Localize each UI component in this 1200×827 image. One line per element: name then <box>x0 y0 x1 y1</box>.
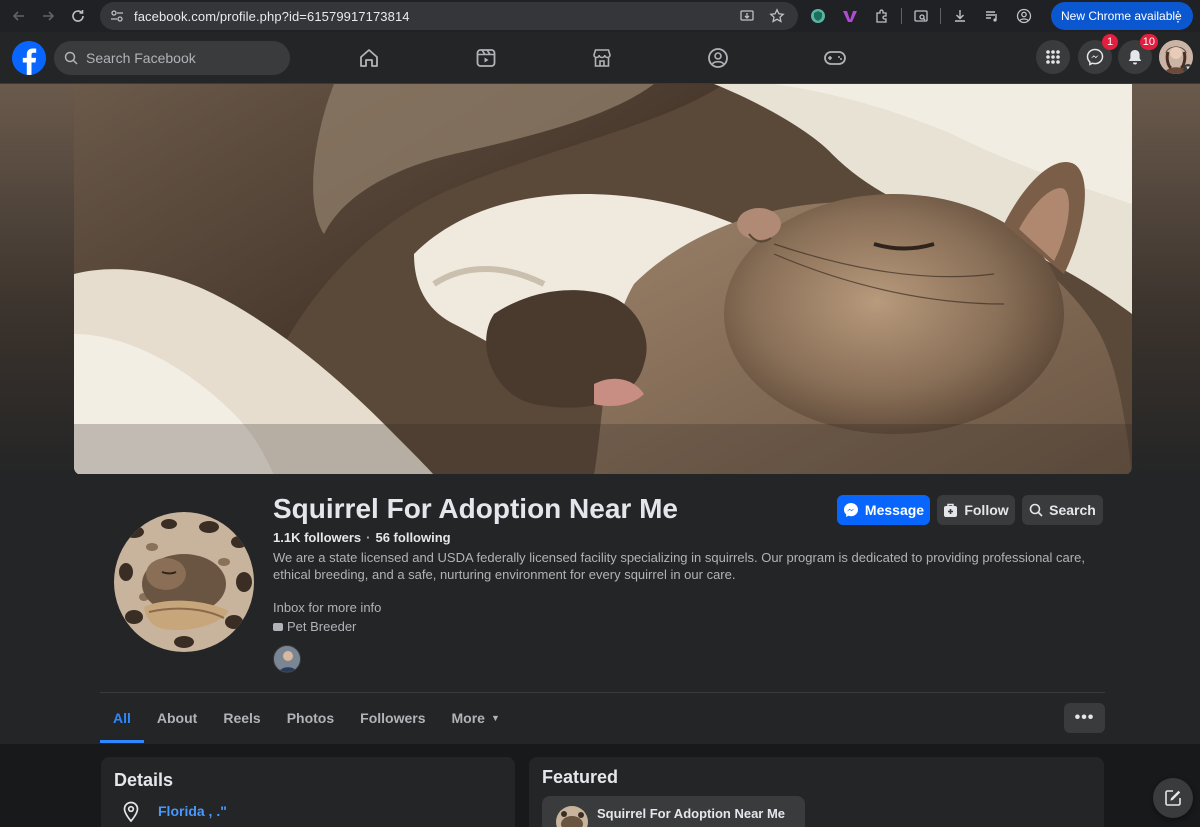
search-label: Search <box>1049 502 1096 518</box>
search-icon <box>1029 503 1043 517</box>
search-input[interactable] <box>86 50 276 66</box>
tab-about[interactable]: About <box>144 693 210 743</box>
grid-menu-icon <box>1046 50 1060 64</box>
location-pin-icon <box>123 801 139 823</box>
search-icon <box>64 50 80 66</box>
profile-tabs: All About Reels Photos Followers More ▼ <box>100 693 513 743</box>
details-title: Details <box>114 770 174 790</box>
notifications-badge: 10 <box>1139 34 1158 50</box>
browser-toolbar: facebook.com/profile.php?id=615799171738… <box>0 0 1200 32</box>
video-icon <box>476 49 496 67</box>
tab-all-label: All <box>113 710 131 726</box>
page-bio: We are a state licensed and USDA federal… <box>273 550 1085 582</box>
media-queue-icon[interactable] <box>979 3 1005 29</box>
url-text[interactable]: facebook.com/profile.php?id=615799171738… <box>134 9 410 24</box>
cover-photo[interactable] <box>74 84 1132 475</box>
facebook-top-nav: 1 10 ▾ <box>0 32 1200 84</box>
messenger-icon <box>843 503 858 517</box>
new-message-button[interactable] <box>1153 778 1193 818</box>
category-label: Pet Breeder <box>287 619 357 634</box>
nav-groups[interactable] <box>688 32 748 84</box>
toolbar-divider <box>940 8 941 24</box>
page-title: Squirrel For Adoption Near Me <box>273 493 678 524</box>
tab-photos[interactable]: Photos <box>274 693 347 743</box>
back-arrow-icon[interactable] <box>4 1 34 31</box>
profile-icon[interactable] <box>1011 3 1037 29</box>
forward-arrow-icon[interactable] <box>33 1 63 31</box>
extension-w-icon[interactable] <box>837 3 863 29</box>
groups-icon <box>708 48 728 68</box>
extensions-puzzle-icon[interactable] <box>869 3 895 29</box>
featured-title: Featured <box>542 767 619 787</box>
bookmark-star-icon[interactable] <box>766 5 788 27</box>
tab-photos-label: Photos <box>286 710 335 726</box>
home-icon <box>360 49 378 67</box>
tab-reels[interactable]: Reels <box>210 693 273 743</box>
ellipsis-icon: ••• <box>1074 709 1095 726</box>
location-link[interactable]: Florida , ." <box>158 803 227 819</box>
tab-more-label: More <box>451 710 485 726</box>
follow-button[interactable]: Follow <box>937 495 1015 525</box>
profile-picture[interactable] <box>110 508 258 656</box>
download-icon[interactable] <box>947 3 973 29</box>
menu-grid-button[interactable] <box>1036 40 1070 74</box>
account-avatar[interactable]: ▾ <box>1159 40 1193 74</box>
chevron-down-icon[interactable]: ▾ <box>1183 64 1193 74</box>
message-label: Message <box>864 502 925 518</box>
nav-marketplace[interactable] <box>572 32 632 84</box>
page-category: Pet Breeder <box>273 619 356 634</box>
marketplace-icon <box>593 49 611 67</box>
follow-label: Follow <box>964 502 1009 518</box>
more-options-button[interactable]: ••• <box>1064 703 1105 733</box>
bell-icon <box>1128 50 1142 65</box>
reload-icon[interactable] <box>63 1 93 31</box>
new-chrome-label: New Chrome available <box>1061 9 1182 23</box>
followers-count[interactable]: 1.1K followers <box>273 530 361 545</box>
tab-followers[interactable]: Followers <box>347 693 438 743</box>
facebook-logo-icon[interactable] <box>12 41 46 75</box>
messenger-icon <box>1086 48 1104 66</box>
dot-separator: · <box>366 530 371 545</box>
notifications-button[interactable]: 10 <box>1118 34 1158 74</box>
site-settings-icon[interactable] <box>108 7 126 25</box>
tab-search-icon[interactable] <box>908 3 934 29</box>
follow-stats: 1.1K followers · 56 following <box>273 530 451 545</box>
chrome-menu-icon[interactable]: ⋮ <box>1171 8 1185 25</box>
follow-icon <box>944 503 958 517</box>
address-bar[interactable]: facebook.com/profile.php?id=615799171738… <box>100 2 798 30</box>
following-count[interactable]: 56 following <box>375 530 450 545</box>
extension-shield-icon[interactable] <box>805 3 831 29</box>
install-app-icon[interactable] <box>736 5 758 27</box>
compose-icon <box>1165 790 1181 806</box>
nav-gaming[interactable] <box>805 32 865 84</box>
follower-avatar[interactable] <box>273 645 301 673</box>
tab-followers-label: Followers <box>360 710 426 726</box>
facebook-search-box[interactable] <box>54 41 290 75</box>
briefcase-icon <box>273 622 283 631</box>
messenger-button[interactable]: 1 <box>1078 34 1118 74</box>
gaming-icon <box>824 51 846 65</box>
message-button[interactable]: Message <box>837 495 930 525</box>
caret-down-icon: ▼ <box>490 713 500 723</box>
tab-more[interactable]: More ▼ <box>439 693 513 743</box>
tab-reels-label: Reels <box>223 710 261 726</box>
inbox-note: Inbox for more info <box>273 600 382 615</box>
tab-about-label: About <box>156 710 198 726</box>
featured-item[interactable]: Squirrel For Adoption Near Me <box>542 796 805 827</box>
featured-item-label: Squirrel For Adoption Near Me <box>597 806 786 821</box>
tab-all[interactable]: All <box>100 693 144 743</box>
search-page-button[interactable]: Search <box>1022 495 1103 525</box>
nav-home[interactable] <box>339 32 399 84</box>
new-chrome-available-button[interactable]: New Chrome available ⋮ <box>1051 2 1193 30</box>
nav-video[interactable] <box>456 32 516 84</box>
featured-thumbnail <box>556 806 588 827</box>
messenger-badge: 1 <box>1102 34 1118 50</box>
toolbar-divider <box>901 8 902 24</box>
